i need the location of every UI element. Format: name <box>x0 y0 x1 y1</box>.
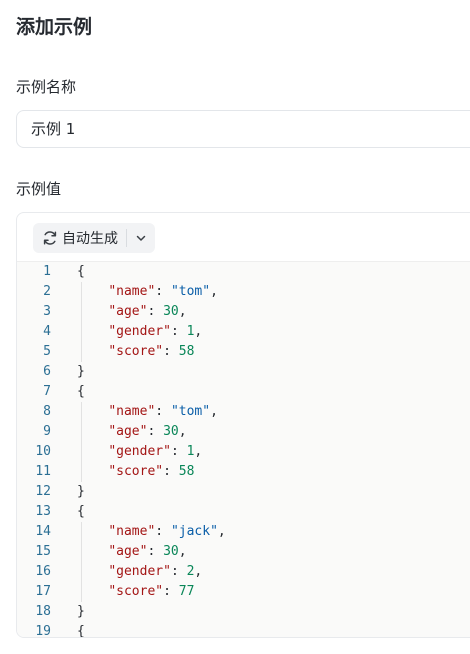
example-name-input[interactable]: 示例 1 <box>16 110 470 148</box>
editor-toolbar: 自动生成 <box>33 223 155 253</box>
line-number: 1 <box>43 264 51 279</box>
example-name-label: 示例名称 <box>16 78 77 96</box>
code-line: 11 "score": 58 <box>17 462 470 482</box>
line-number: 9 <box>43 424 51 439</box>
code-text: { <box>77 384 85 399</box>
code-line: 13 { <box>17 502 470 522</box>
line-number: 5 <box>43 344 51 359</box>
code-line: 5 "score": 58 <box>17 342 470 362</box>
line-number: 16 <box>35 564 51 579</box>
code-editor[interactable]: 自动生成 1{2 "name": "tom", 3 "age": 30, 4 "ge… <box>16 212 470 638</box>
line-number: 3 <box>43 304 51 319</box>
refresh-icon <box>43 231 57 245</box>
code-text: "gender": 1, <box>108 324 203 339</box>
code-line: 19 { <box>17 622 470 638</box>
code-line: 4 "gender": 1, <box>17 322 470 342</box>
line-number: 10 <box>35 444 51 459</box>
code-text: "gender": 1, <box>108 444 203 459</box>
code-text: "age": 30, <box>108 544 187 559</box>
code-text: "score": 77 <box>108 584 195 599</box>
code-line: 7{ <box>17 382 470 402</box>
auto-generate-button[interactable]: 自动生成 <box>33 223 126 253</box>
code-line: 10 "gender": 1, <box>17 442 470 462</box>
code-text: "name": "tom", <box>108 284 218 299</box>
code-area[interactable]: 1{2 "name": "tom", 3 "age": 30, 4 "gender"… <box>17 261 470 637</box>
line-number: 2 <box>43 284 51 299</box>
line-number: 12 <box>35 484 51 499</box>
line-number: 13 <box>35 504 51 519</box>
code-text: } <box>77 484 85 499</box>
line-number: 15 <box>35 544 51 559</box>
code-text: "age": 30, <box>108 304 187 319</box>
code-line: 3 "age": 30, <box>17 302 470 322</box>
code-text: { <box>77 264 85 279</box>
code-text: "score": 58 <box>108 464 195 479</box>
code-text: } <box>77 604 85 619</box>
code-text: "score": 58 <box>108 344 195 359</box>
code-line: 8 "name": "tom", <box>17 402 470 422</box>
code-text: { <box>77 624 85 638</box>
code-line: 15 "age": 30, <box>17 542 470 562</box>
code-text: { <box>77 504 85 519</box>
line-number: 19 <box>35 624 51 638</box>
code-line: 1{ <box>17 262 470 282</box>
example-value-label: 示例值 <box>16 180 62 198</box>
code-line: 12} <box>17 482 470 502</box>
code-line: 6} <box>17 362 470 382</box>
line-number: 4 <box>43 324 51 339</box>
page-title: 添加示例 <box>16 16 93 38</box>
code-line: 16 "gender": 2, <box>17 562 470 582</box>
code-text: "gender": 2, <box>108 564 203 579</box>
code-line: 14 "name": "jack", <box>17 522 470 542</box>
chevron-down-icon <box>136 235 146 241</box>
code-line: 2 "name": "tom", <box>17 282 470 302</box>
line-number: 11 <box>35 464 51 479</box>
line-number: 6 <box>43 364 51 379</box>
line-number: 17 <box>35 584 51 599</box>
line-number: 18 <box>35 604 51 619</box>
code-text: "name": "jack", <box>108 524 226 539</box>
line-number: 8 <box>43 404 51 419</box>
line-number: 7 <box>43 384 51 399</box>
auto-generate-label: 自动生成 <box>62 231 118 247</box>
line-number: 14 <box>35 524 51 539</box>
code-text: "age": 30, <box>108 424 187 439</box>
code-text: "name": "tom", <box>108 404 218 419</box>
generate-options-button[interactable] <box>127 223 155 253</box>
code-line: 18} <box>17 602 470 622</box>
code-line: 9 "age": 30, <box>17 422 470 442</box>
code-text: } <box>77 364 85 379</box>
code-line: 17 "score": 77 <box>17 582 470 602</box>
